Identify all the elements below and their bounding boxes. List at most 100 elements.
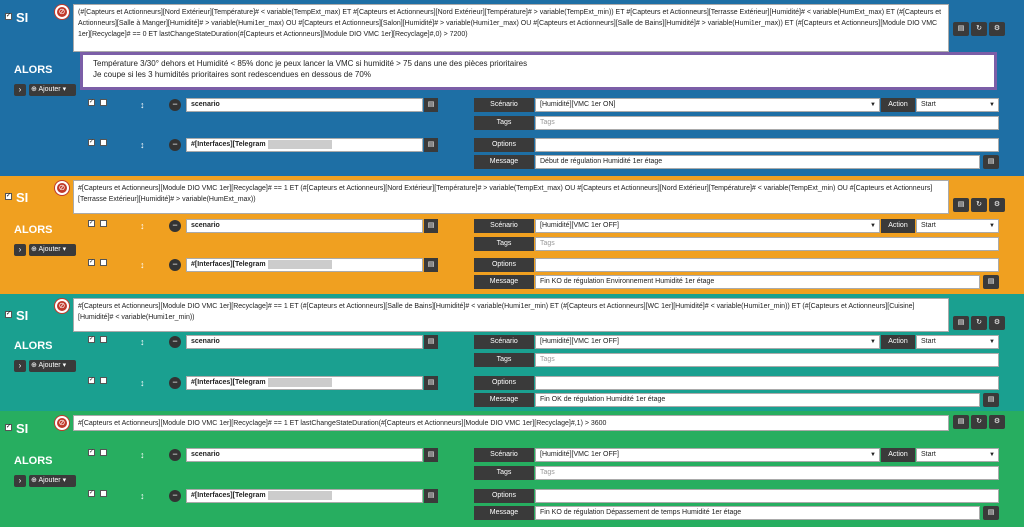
action-select[interactable]: Start ▼ [916, 448, 999, 462]
expand-button[interactable]: › [14, 84, 26, 96]
parallel-checkbox[interactable] [100, 449, 107, 456]
drag-handle-icon[interactable]: ↕ [140, 337, 145, 347]
block-checkbox[interactable]: ✓ [5, 193, 12, 200]
message-edit-button[interactable]: ▤ [983, 506, 999, 520]
add-label: Ajouter [38, 246, 61, 253]
action-select[interactable]: Start ▼ [916, 98, 999, 112]
drag-handle-icon[interactable]: ↕ [140, 450, 145, 460]
tags-label: Tags [474, 466, 534, 480]
message-input[interactable]: Fin KO de régulation Dépassement de temp… [535, 506, 980, 520]
action-label: Action [881, 219, 915, 233]
action-select-button[interactable]: ▤ [424, 448, 438, 462]
drag-handle-icon[interactable]: ↕ [140, 221, 145, 231]
expand-button[interactable]: › [14, 360, 26, 372]
options-input[interactable] [535, 258, 999, 272]
telegram-command-field[interactable]: #[Interfaces][Telegram [186, 258, 423, 272]
enable-checkbox[interactable]: ✓ [88, 336, 95, 343]
action-select[interactable]: Start ▼ [916, 335, 999, 349]
block-checkbox[interactable]: ✓ [5, 424, 12, 431]
action-select[interactable]: Start ▼ [916, 219, 999, 233]
message-label: Message [474, 506, 534, 520]
block-checkbox[interactable]: ✓ [5, 311, 12, 318]
tags-label: Tags [474, 116, 534, 130]
add-dropdown-button[interactable]: ⊕ Ajouter ▾ [29, 244, 76, 256]
command-select-button[interactable]: ▤ [424, 258, 438, 272]
telegram-command-field[interactable]: #[Interfaces][Telegram [186, 489, 423, 503]
options-input[interactable] [535, 376, 999, 390]
parallel-checkbox[interactable] [100, 99, 107, 106]
scenario-select[interactable]: [Humidité][VMC 1er OFF] ▼ [535, 219, 880, 233]
parallel-checkbox[interactable] [100, 336, 107, 343]
telegram-command-field[interactable]: #[Interfaces][Telegram [186, 138, 423, 152]
enable-checkbox[interactable]: ✓ [88, 490, 95, 497]
remove-action-icon[interactable]: − [169, 449, 181, 461]
enable-checkbox[interactable]: ✓ [88, 259, 95, 266]
remove-action-icon[interactable]: − [169, 259, 181, 271]
message-input[interactable]: Fin KO de régulation Environnement Humid… [535, 275, 980, 289]
expand-button[interactable]: › [14, 475, 26, 487]
add-dropdown-button[interactable]: ⊕ Ajouter ▾ [29, 475, 76, 487]
drag-handle-icon[interactable]: ↕ [140, 260, 145, 270]
expand-button[interactable]: › [14, 244, 26, 256]
message-input[interactable]: Fin OK de régulation Humidité 1er étage [535, 393, 980, 407]
tags-input[interactable]: Tags [535, 116, 999, 130]
message-edit-button[interactable]: ▤ [983, 155, 999, 169]
telegram-command-field[interactable]: #[Interfaces][Telegram [186, 376, 423, 390]
telegram-command: #[Interfaces][Telegram [191, 261, 266, 268]
action-label: Action [881, 335, 915, 349]
scenario-label: Scénario [474, 219, 534, 233]
action-value: Start [921, 222, 936, 229]
tags-input[interactable]: Tags [535, 466, 999, 480]
remove-block-icon[interactable]: ⊘ [55, 416, 69, 430]
enable-checkbox[interactable]: ✓ [88, 377, 95, 384]
parallel-checkbox[interactable] [100, 490, 107, 497]
remove-block-icon[interactable]: ⊘ [55, 299, 69, 313]
options-input[interactable] [535, 138, 999, 152]
action-field[interactable]: scenario [186, 448, 423, 462]
drag-handle-icon[interactable]: ↕ [140, 378, 145, 388]
remove-action-icon[interactable]: − [169, 220, 181, 232]
drag-handle-icon[interactable]: ↕ [140, 491, 145, 501]
drag-handle-icon[interactable]: ↕ [140, 140, 145, 150]
options-input[interactable] [535, 489, 999, 503]
parallel-checkbox[interactable] [100, 377, 107, 384]
enable-checkbox[interactable]: ✓ [88, 139, 95, 146]
message-edit-button[interactable]: ▤ [983, 275, 999, 289]
parallel-checkbox[interactable] [100, 259, 107, 266]
enable-checkbox[interactable]: ✓ [88, 449, 95, 456]
action-select-button[interactable]: ▤ [424, 219, 438, 233]
add-dropdown-button[interactable]: ⊕ Ajouter ▾ [29, 360, 76, 372]
action-field[interactable]: scenario [186, 219, 423, 233]
parallel-checkbox[interactable] [100, 139, 107, 146]
command-select-button[interactable]: ▤ [424, 138, 438, 152]
remove-block-icon[interactable]: ⊘ [55, 181, 69, 195]
parallel-checkbox[interactable] [100, 220, 107, 227]
action-field[interactable]: scenario [186, 98, 423, 112]
action-select-button[interactable]: ▤ [424, 98, 438, 112]
command-select-button[interactable]: ▤ [424, 376, 438, 390]
remove-block-icon[interactable]: ⊘ [55, 5, 69, 19]
remove-action-icon[interactable]: − [169, 139, 181, 151]
action-select-button[interactable]: ▤ [424, 335, 438, 349]
message-edit-button[interactable]: ▤ [983, 393, 999, 407]
action-field[interactable]: scenario [186, 335, 423, 349]
scenario-select[interactable]: [Humidité][VMC 1er ON] ▼ [535, 98, 880, 112]
message-input[interactable]: Début de régulation Humidité 1er étage [535, 155, 980, 169]
action-row-scenario: ✓ ↕ − scenario ▤ Scénario [Humidité][VMC… [84, 97, 999, 137]
tags-input[interactable]: Tags [535, 353, 999, 367]
redacted-area [267, 490, 332, 500]
drag-handle-icon[interactable]: ↕ [140, 100, 145, 110]
tags-input[interactable]: Tags [535, 237, 999, 251]
action-label: Action [881, 448, 915, 462]
remove-action-icon[interactable]: − [169, 377, 181, 389]
remove-action-icon[interactable]: − [169, 490, 181, 502]
command-select-button[interactable]: ▤ [424, 489, 438, 503]
remove-action-icon[interactable]: − [169, 99, 181, 111]
block-checkbox[interactable]: ✓ [5, 13, 12, 20]
scenario-select[interactable]: [Humidité][VMC 1er OFF] ▼ [535, 448, 880, 462]
add-dropdown-button[interactable]: ⊕ Ajouter ▾ [29, 84, 76, 96]
remove-action-icon[interactable]: − [169, 336, 181, 348]
enable-checkbox[interactable]: ✓ [88, 99, 95, 106]
enable-checkbox[interactable]: ✓ [88, 220, 95, 227]
scenario-select[interactable]: [Humidité][VMC 1er OFF] ▼ [535, 335, 880, 349]
